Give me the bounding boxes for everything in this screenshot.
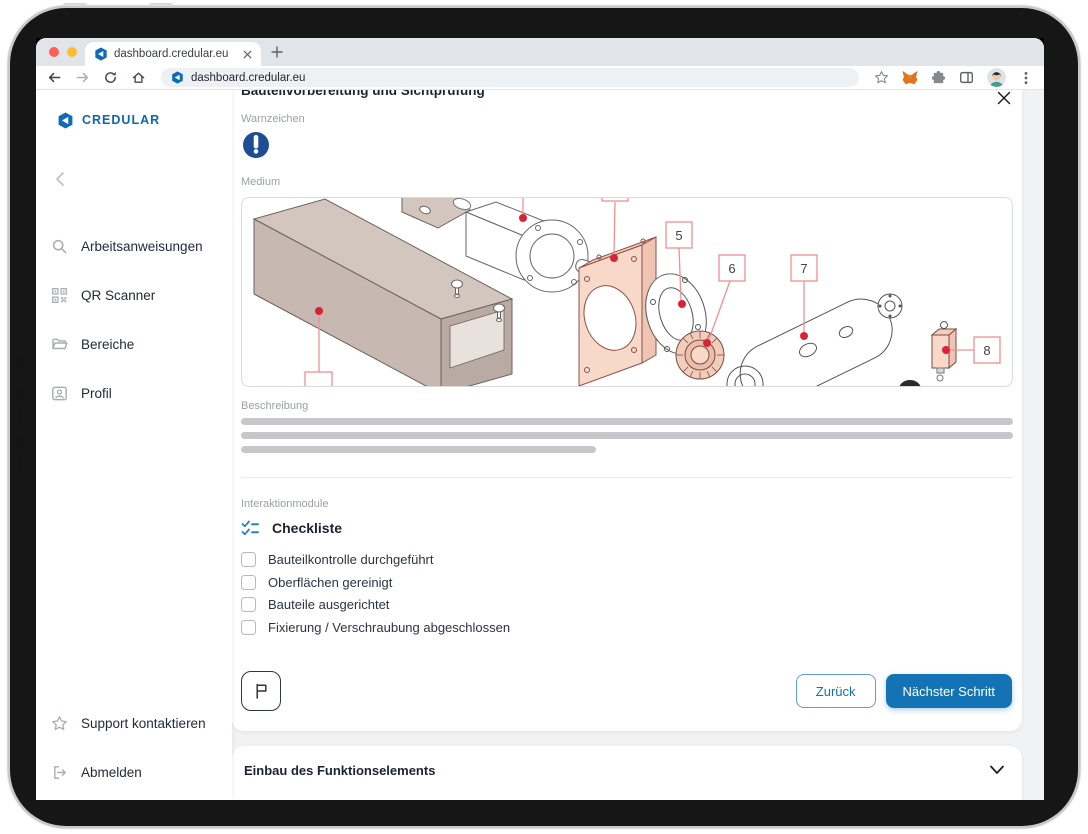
tablet-side-button (16, 389, 22, 399)
sidebar-item-label: Support kontaktieren (81, 716, 206, 731)
tablet-side-button (16, 460, 22, 470)
mandatory-warning-sign-icon (243, 132, 269, 158)
description-skeleton-line (241, 432, 1013, 439)
checklist-item[interactable]: Bauteile ausgerichtet (241, 596, 389, 612)
folder-icon (51, 336, 68, 353)
profile-avatar[interactable] (987, 68, 1006, 87)
step-card-footer: Zurück Nächster Schritt (241, 671, 1012, 711)
browser-tab-strip: dashboard.credular.eu (36, 38, 1044, 66)
site-favicon (171, 71, 184, 84)
new-tab-button[interactable] (270, 45, 284, 59)
bookmark-star-icon[interactable] (874, 70, 889, 85)
warning-section-label: Warnzeichen (241, 113, 305, 125)
checklist-title: Checkliste (272, 520, 342, 536)
browser-window: dashboard.credular.eu dashb (36, 38, 1044, 800)
diagram-label-6: 6 (728, 261, 735, 276)
diagram-label-8: 8 (983, 343, 990, 358)
tablet-side-button (16, 357, 22, 367)
tablet-side-button (16, 412, 22, 422)
url-text: dashboard.credular.eu (191, 72, 305, 84)
tab-close-icon[interactable] (243, 50, 252, 59)
sidebar-item-arbeitsanweisungen[interactable]: Arbeitsanweisungen (51, 232, 217, 260)
checklist-item-label: Bauteilkontrolle durchgeführt (268, 552, 434, 567)
close-window-button[interactable] (49, 47, 59, 57)
tablet-frame: dashboard.credular.eu dashb (10, 8, 1078, 826)
description-skeleton-line (241, 418, 1013, 425)
brand-name: CREDULAR (82, 113, 160, 127)
checkbox[interactable] (241, 620, 256, 635)
site-favicon (94, 47, 108, 61)
checkbox[interactable] (241, 552, 256, 567)
sidebar-item-label: Arbeitsanweisungen (81, 239, 203, 254)
checklist-item-label: Oberflächen gereinigt (268, 575, 392, 590)
next-section-title: Einbau des Funktionselements (244, 763, 435, 778)
forward-icon[interactable] (75, 70, 90, 85)
flag-icon (254, 683, 269, 699)
back-icon[interactable] (47, 70, 62, 85)
exploded-diagram: 5 6 (242, 198, 1012, 386)
sidebar-item-label: QR Scanner (81, 288, 155, 303)
brand: CREDULAR (36, 110, 232, 130)
sidebar-nav: Arbeitsanweisungen QR Scanner (36, 232, 232, 407)
checkbox[interactable] (241, 597, 256, 612)
tablet-side-button (16, 437, 22, 447)
logout-icon (51, 764, 68, 781)
interaction-section-label: Interaktionmodule (241, 498, 328, 510)
checklist-item[interactable]: Oberflächen gereinigt (241, 574, 392, 590)
diagram-label-5: 5 (675, 228, 682, 243)
sidebar-item-qr-scanner[interactable]: QR Scanner (51, 281, 217, 309)
qr-code-icon (51, 287, 68, 304)
back-button[interactable]: Zurück (796, 674, 876, 708)
sidebar: CREDULAR Arbeitsanweisungen (36, 90, 232, 800)
checklist-item[interactable]: Bauteilkontrolle durchgeführt (241, 551, 434, 567)
sidebar-collapse-icon[interactable] (52, 170, 70, 188)
flag-report-button[interactable] (241, 671, 281, 711)
browser-menu-icon[interactable] (1019, 71, 1033, 85)
home-icon[interactable] (131, 70, 146, 85)
sidebar-item-bereiche[interactable]: Bereiche (51, 330, 217, 358)
browser-tab[interactable]: dashboard.credular.eu (85, 42, 261, 66)
sidebar-item-profil[interactable]: Profil (51, 379, 217, 407)
sidebar-item-label: Profil (81, 386, 112, 401)
exploded-diagram-media: 5 6 (241, 197, 1013, 387)
section-divider (241, 477, 1013, 478)
next-step-button[interactable]: Nächster Schritt (886, 674, 1012, 708)
close-icon[interactable] (996, 90, 1012, 106)
step-card-title: Bauteilvorbereitung und Sichtprüfung (241, 90, 485, 98)
reload-icon[interactable] (103, 70, 118, 85)
sidebar-item-label: Bereiche (81, 337, 134, 352)
side-panel-icon[interactable] (959, 70, 974, 85)
profile-card-icon (51, 385, 68, 402)
browser-toolbar: dashboard.credular.eu (36, 66, 1044, 90)
minimize-window-button[interactable] (67, 47, 77, 57)
checklist-header: Checkliste (241, 520, 342, 536)
tab-title: dashboard.credular.eu (114, 48, 237, 60)
app-root: CREDULAR Arbeitsanweisungen (36, 90, 1044, 800)
sidebar-item-support[interactable]: Support kontaktieren (51, 709, 217, 737)
checklist-item-label: Bauteile ausgerichtet (268, 597, 389, 612)
checklist-icon (241, 520, 259, 536)
tablet-screen: dashboard.credular.eu dashb (36, 38, 1044, 800)
url-bar[interactable]: dashboard.credular.eu (161, 68, 859, 87)
sidebar-item-abmelden[interactable]: Abmelden (51, 758, 217, 786)
main-content: Bauteilvorbereitung und Sichtprüfung War… (232, 90, 1044, 800)
sidebar-item-label: Abmelden (81, 765, 142, 780)
description-skeleton-line (241, 446, 596, 453)
description-section-label: Beschreibung (241, 400, 308, 412)
checklist-item[interactable]: Fixierung / Verschraubung abgeschlossen (241, 619, 510, 635)
next-section-card[interactable]: Einbau des Funktionselements (232, 746, 1022, 800)
chevron-down-icon (988, 761, 1006, 779)
checklist-item-label: Fixierung / Verschraubung abgeschlossen (268, 620, 510, 635)
sidebar-footer: Support kontaktieren Abmelden (36, 709, 232, 786)
star-icon (51, 715, 68, 732)
search-icon (51, 238, 68, 255)
credular-logo-icon (57, 112, 74, 129)
metamask-extension-icon[interactable] (902, 70, 918, 86)
medium-section-label: Medium (241, 176, 280, 188)
checkbox[interactable] (241, 575, 256, 590)
diagram-label-7: 7 (800, 261, 807, 276)
extensions-puzzle-icon[interactable] (931, 70, 946, 85)
step-card: Bauteilvorbereitung und Sichtprüfung War… (232, 90, 1022, 731)
